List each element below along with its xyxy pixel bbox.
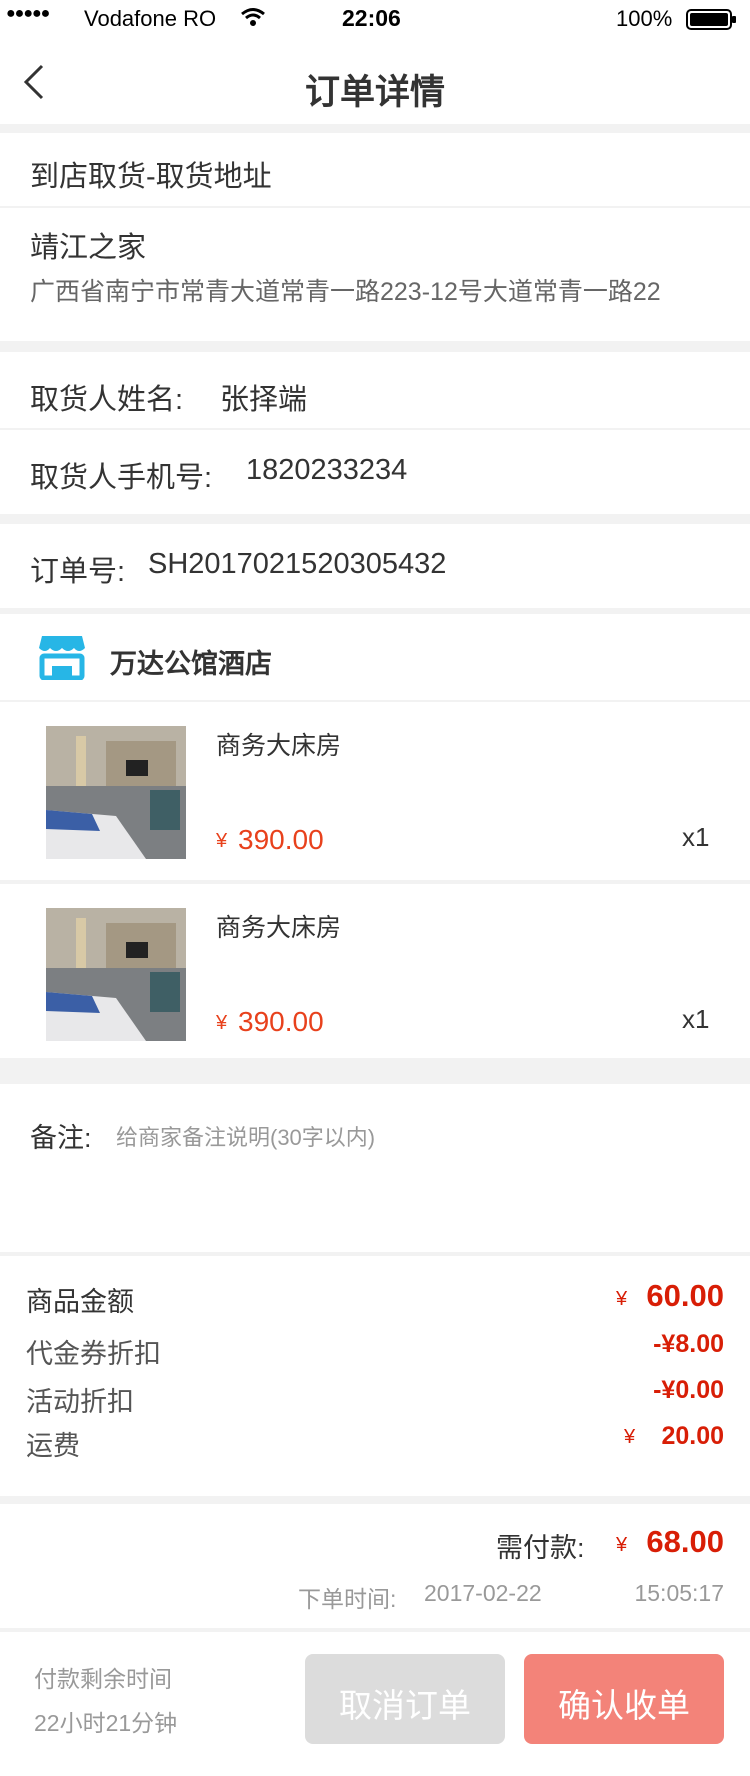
list-item[interactable]: 商务大床房 ¥ 390.00 x1 — [0, 884, 750, 1058]
remark-input[interactable]: 给商家备注说明(30字以内) — [116, 1120, 375, 1152]
goods-amount-label: 商品金额 — [26, 1287, 134, 1317]
page-title: 订单详情 — [304, 73, 445, 112]
item-quantity: x1 — [682, 822, 710, 852]
item-name: 商务大床房 — [216, 732, 342, 760]
item-price: 390.00 — [238, 1006, 324, 1037]
shipping-value: 20.00 — [661, 1422, 724, 1450]
order-number-label: 订单号: — [30, 556, 126, 588]
pickup-phone-value: 1820233234 — [246, 454, 408, 486]
carrier-name: Vodafone RO — [84, 6, 217, 31]
amount-due-value: 68.00 — [646, 1524, 724, 1559]
confirm-order-label: 确认收单 — [558, 1687, 690, 1724]
voucher-discount-label: 代金券折扣 — [26, 1339, 161, 1369]
pickup-name-value: 张择端 — [220, 384, 308, 416]
store-name: 靖江之家 — [30, 232, 147, 264]
item-currency: ¥ — [216, 1012, 228, 1034]
order-date: 2017-02-22 — [424, 1580, 542, 1606]
item-currency: ¥ — [216, 830, 228, 852]
pickup-name-label: 取货人姓名: — [30, 384, 184, 416]
amount-due-label: 需付款: — [496, 1533, 585, 1563]
bottom-action-bar: 付款剩余时间 22小时21分钟 取消订单 确认收单 — [0, 1632, 750, 1776]
shipping-currency: ¥ — [624, 1426, 636, 1448]
payment-due: 需付款: ¥ 68.00 下单时间: 2017-02-22 15:05:17 — [0, 1504, 750, 1628]
item-name: 商务大床房 — [216, 914, 342, 942]
activity-discount-value: -¥0.00 — [653, 1376, 724, 1404]
item-quantity: x1 — [682, 1004, 710, 1034]
pickup-section-header: 到店取货-取货地址 — [0, 133, 750, 206]
item-price: 390.00 — [238, 824, 324, 855]
remark-section: 备注: 给商家备注说明(30字以内) — [0, 1084, 750, 1252]
shop-name: 万达公馆酒店 — [110, 649, 272, 679]
remark-label: 备注: — [30, 1123, 92, 1153]
clock: 22:06 — [342, 5, 401, 31]
room-thumbnail — [46, 908, 186, 1041]
shipping-label: 运费 — [26, 1431, 80, 1461]
signal-strength-icon: ●●●●● — [6, 5, 50, 22]
activity-discount-label: 活动折扣 — [26, 1387, 134, 1417]
battery-percent: 100% — [616, 6, 673, 31]
goods-amount-value: 60.00 — [646, 1278, 724, 1313]
room-thumbnail — [46, 726, 186, 859]
store-address: 广西省南宁市常青大道常青一路223-12号大道常青一路22 — [30, 278, 661, 306]
amount-due-currency: ¥ — [616, 1534, 628, 1556]
price-summary: 商品金额 ¥ 60.00 代金券折扣 -¥8.00 活动折扣 -¥0.00 运费… — [0, 1256, 750, 1496]
status-bar: ●●●●● Vodafone RO 22:06 100% — [0, 0, 750, 40]
order-number-value: SH2017021520305432 — [148, 548, 447, 580]
battery-icon — [686, 9, 738, 36]
confirm-order-button[interactable]: 确认收单 — [524, 1654, 724, 1744]
pickup-address-card: 靖江之家 广西省南宁市常青大道常青一路223-12号大道常青一路22 — [0, 208, 750, 341]
shop-header: 万达公馆酒店 — [0, 614, 750, 700]
goods-amount-currency: ¥ — [616, 1288, 628, 1310]
pickup-section-title: 到店取货-取货地址 — [30, 161, 272, 193]
nav-bar: 订单详情 — [0, 40, 750, 124]
store-icon — [38, 634, 86, 685]
order-time-label: 下单时间: — [298, 1586, 397, 1612]
wifi-icon — [240, 6, 266, 33]
cancel-order-label: 取消订单 — [339, 1687, 471, 1724]
cancel-order-button[interactable]: 取消订单 — [305, 1654, 505, 1744]
pickup-name-row: 取货人姓名: 张择端 — [0, 352, 750, 428]
pickup-phone-label: 取货人手机号: — [30, 462, 213, 494]
order-number-row: 订单号: SH2017021520305432 — [0, 524, 750, 608]
list-item[interactable]: 商务大床房 ¥ 390.00 x1 — [0, 702, 750, 880]
pickup-phone-row: 取货人手机号: 1820233234 — [0, 430, 750, 514]
payment-remaining-label: 付款剩余时间 — [34, 1666, 172, 1692]
order-time: 15:05:17 — [634, 1580, 724, 1606]
voucher-discount-value: -¥8.00 — [653, 1330, 724, 1358]
payment-remaining-value: 22小时21分钟 — [34, 1710, 178, 1736]
